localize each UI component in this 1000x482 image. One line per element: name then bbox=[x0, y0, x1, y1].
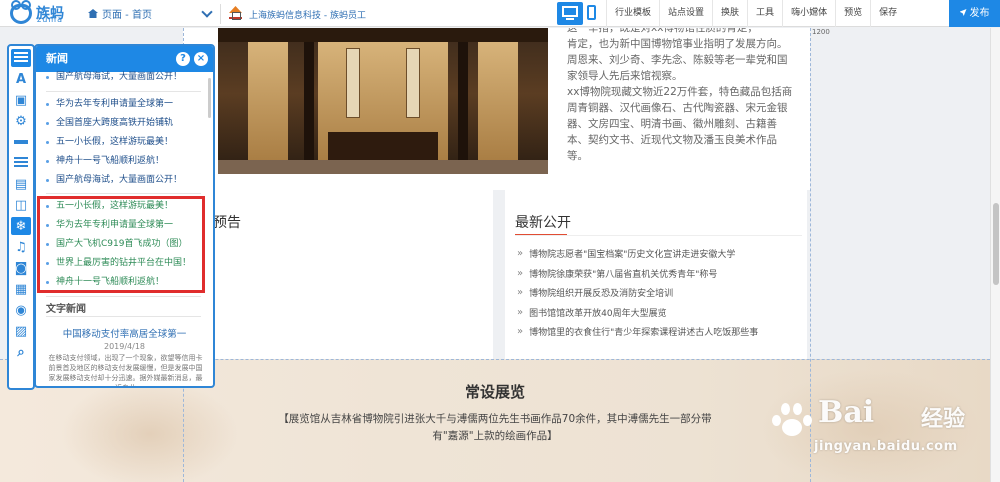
menu-save[interactable]: 保存 bbox=[870, 0, 905, 27]
help-icon[interactable]: ? bbox=[176, 52, 190, 66]
photo-door bbox=[478, 42, 518, 172]
toolbar-menu: 行业模板 站点设置 换肤 工具 嗨小嫦体 预览 保存 bbox=[606, 0, 905, 27]
photo-scroll bbox=[346, 48, 360, 118]
list-item[interactable]: 图书馆馆改革开放40周年大型展览 bbox=[517, 303, 758, 323]
intro-line: 家领导人先后来馆视察。 bbox=[567, 70, 683, 82]
watermark-brand-cn: 经验 bbox=[921, 407, 966, 432]
menu-site-settings[interactable]: 站点设置 bbox=[659, 0, 712, 27]
list-item[interactable]: 博物院志愿者"国宝档案"历史文化宣讲走进安徽大学 bbox=[517, 244, 758, 264]
lines-icon[interactable] bbox=[11, 154, 31, 172]
divider bbox=[46, 316, 201, 317]
latest-news-module[interactable]: 最新公开 博物院志愿者"国宝档案"历史文化宣讲走进安徽大学 博物院徐康荣获"第八… bbox=[505, 186, 807, 369]
menu-fonts[interactable]: 嗨小嫦体 bbox=[782, 0, 835, 27]
picture-icon[interactable]: ▨ bbox=[11, 322, 31, 340]
intro-line: 这一举措，既是对xx博物馆性质的肯定， bbox=[567, 28, 758, 34]
monitor-icon bbox=[562, 6, 578, 17]
text-news-headline[interactable]: 中国移动支付率高居全球第一 bbox=[36, 326, 213, 340]
photo-floor bbox=[218, 160, 548, 174]
paw-icon bbox=[772, 403, 816, 437]
intro-line: xx博物院现藏文物近22万件套，特色藏品包括商 bbox=[567, 86, 793, 98]
menu-tools[interactable]: 工具 bbox=[747, 0, 782, 27]
intro-text: 这一举措，既是对xx博物馆性质的肯定， 肯定，也为新中国博物馆事业指明了发展方向… bbox=[567, 28, 799, 164]
photo-pillar bbox=[458, 42, 468, 174]
snowflake-icon[interactable]: ❄ bbox=[11, 217, 31, 235]
photo-pillar bbox=[304, 42, 314, 174]
component-toolbox: A ▣ ⚙ ▤ ◫ ❄ ♫ ◙ ▦ ◉ ▨ ⌕ bbox=[7, 44, 35, 390]
desktop-view-button[interactable] bbox=[557, 2, 583, 25]
latest-news-heading: 最新公开 bbox=[515, 212, 571, 236]
notice-heading: 预告 bbox=[213, 215, 241, 231]
intro-line: 等。 bbox=[567, 150, 588, 162]
menu-skin[interactable]: 换肤 bbox=[712, 0, 747, 27]
menu-industry-templates[interactable]: 行业模板 bbox=[606, 0, 659, 27]
house-icon bbox=[229, 6, 242, 20]
divider-icon[interactable] bbox=[11, 133, 31, 151]
logo-mark-icon bbox=[10, 0, 32, 24]
selection-highlight-box bbox=[37, 196, 205, 293]
editor-toolbar: 族蚂 zuma 页面 - 首页 上海族蚂信息科技 - 族蚂员工 行业模板 站点设… bbox=[0, 0, 1000, 27]
logo-subtext: zuma bbox=[37, 15, 63, 24]
news-list-top: 国产航母海试，大量画面公开！ bbox=[46, 68, 206, 87]
mobile-view-button[interactable] bbox=[587, 5, 596, 20]
list-item[interactable]: 博物院组织开展反恐及消防安全培训 bbox=[517, 283, 758, 303]
text-icon[interactable]: A bbox=[11, 70, 31, 88]
intro-line: 器、文房四宝、明清书画、徽州雕刻、古籍善 bbox=[567, 118, 777, 130]
museum-interior-photo[interactable] bbox=[218, 28, 548, 174]
image-icon[interactable]: ▣ bbox=[11, 91, 31, 109]
text-news-date: 2019/4/18 bbox=[103, 342, 146, 351]
page-selector[interactable]: 页面 - 首页 bbox=[88, 6, 152, 21]
intro-line: 周青铜器、汉代画像石、古代陶瓷器、宋元金银 bbox=[567, 102, 788, 114]
news-list-style-2: 华为去年专利申请量全球第一 全国首座大跨度高铁开始铺轨 五一小长假，这样游玩最美… bbox=[46, 95, 206, 190]
home-icon bbox=[88, 9, 98, 18]
text-news-body: 在移动支付领域，出现了一个现象，欲望等信用卡前景首及地区的移动支付发展缓慢，但是… bbox=[48, 354, 203, 388]
divider bbox=[46, 296, 201, 297]
photo-beam bbox=[218, 28, 548, 42]
monitor-stand bbox=[566, 18, 574, 20]
bag-icon[interactable]: ◫ bbox=[11, 196, 31, 214]
disc-icon[interactable]: ◉ bbox=[11, 301, 31, 319]
watermark-brand: Bai bbox=[818, 395, 875, 430]
publish-button[interactable]: 发布 bbox=[949, 0, 1000, 27]
intro-line: 周恩来、刘少奇、李先念、陈毅等老一辈党和国 bbox=[567, 54, 788, 66]
page-selector-label: 页面 - 首页 bbox=[102, 10, 152, 21]
news-icon[interactable]: ▦ bbox=[11, 280, 31, 298]
watermark-url: jingyan.baidu.com bbox=[814, 439, 958, 454]
news-item[interactable]: 五一小长假，这样游玩最美！ bbox=[46, 133, 206, 152]
company-name[interactable]: 上海族蚂信息科技 - 族蚂员工 bbox=[249, 8, 366, 21]
text-news-title: 文字新闻 bbox=[46, 304, 86, 315]
form-icon[interactable]: ▤ bbox=[11, 175, 31, 193]
list-icon[interactable] bbox=[11, 49, 31, 67]
news-item[interactable]: 国产航母海试，大量画面公开！ bbox=[46, 171, 206, 190]
puzzle-icon[interactable]: ⚙ bbox=[11, 112, 31, 130]
divider bbox=[515, 235, 802, 236]
video-icon[interactable]: ◙ bbox=[11, 259, 31, 277]
news-item[interactable]: 华为去年专利申请量全球第一 bbox=[46, 95, 206, 114]
latest-news-list: 博物院志愿者"国宝档案"历史文化宣讲走进安徽大学 博物院徐康荣获"第八届省直机关… bbox=[517, 244, 758, 342]
divider bbox=[220, 4, 221, 24]
divider bbox=[46, 91, 201, 92]
photo-door bbox=[248, 42, 288, 172]
panel-scrollbar[interactable] bbox=[208, 78, 211, 118]
search-icon[interactable]: ⌕ bbox=[11, 343, 31, 361]
list-item[interactable]: 博物馆里的衣食住行"青少年探索课程讲述古人吃饭那些事 bbox=[517, 322, 758, 342]
notice-module[interactable]: 预告 bbox=[183, 186, 493, 369]
intro-line: 肯定，也为新中国博物馆事业指明了发展方向。 bbox=[567, 38, 788, 50]
close-icon[interactable]: × bbox=[194, 52, 208, 66]
chevron-down-icon[interactable] bbox=[201, 6, 213, 18]
scrollbar-thumb[interactable] bbox=[993, 203, 999, 285]
music-icon[interactable]: ♫ bbox=[11, 238, 31, 256]
list-item[interactable]: 博物院徐康荣获"第八届省直机关优秀青年"称号 bbox=[517, 264, 758, 284]
ruler-label-right: 1200 bbox=[812, 28, 830, 36]
divider bbox=[46, 193, 201, 194]
news-item[interactable]: 神舟十一号飞船顺利返航！ bbox=[46, 152, 206, 171]
news-item[interactable]: 全国首座大跨度高铁开始铺轨 bbox=[46, 114, 206, 133]
intro-line: 本、契约文书、近现代文物及潘玉良美术作品 bbox=[567, 134, 777, 146]
photo-scroll bbox=[406, 48, 420, 118]
news-item[interactable]: 国产航母海试，大量画面公开！ bbox=[46, 68, 206, 87]
baidu-watermark: Bai 经验 jingyan.baidu.com bbox=[770, 395, 998, 480]
menu-preview[interactable]: 预览 bbox=[835, 0, 870, 27]
